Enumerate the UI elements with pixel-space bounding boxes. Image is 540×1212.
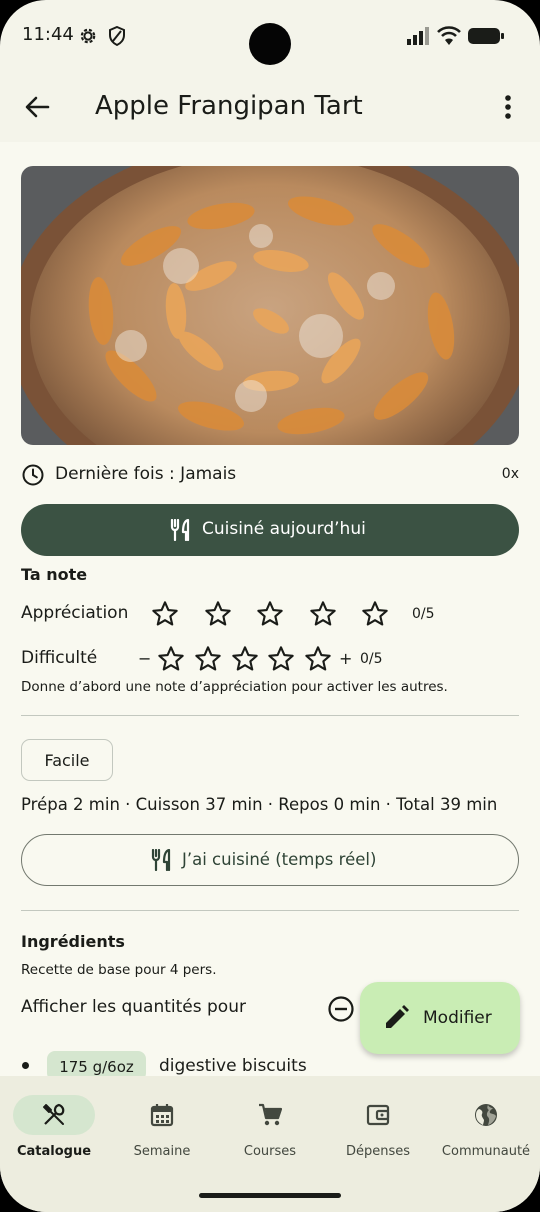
appreciation-star-icon[interactable] (204, 600, 232, 628)
utensils-icon (170, 519, 190, 541)
utensils-crossed-icon (43, 1103, 65, 1125)
divider (21, 910, 519, 911)
realtime-cook-button[interactable]: J’ai cuisiné (temps réel) (21, 834, 519, 886)
cooked-today-button[interactable]: Cuisiné aujourd’hui (21, 504, 519, 556)
calendar-icon (150, 1104, 174, 1127)
appreciation-star-icon[interactable] (151, 600, 179, 628)
edit-fab-label: Modifier (423, 1008, 492, 1028)
divider (21, 715, 519, 716)
portion-label: Afficher les quantités pour (21, 997, 246, 1017)
appreciation-star-icon[interactable] (361, 600, 389, 628)
nav-communaute-label: Communauté (441, 1144, 531, 1159)
wallet-icon (366, 1104, 390, 1126)
nav-semaine-label: Semaine (133, 1144, 191, 1159)
nav-semaine[interactable]: Semaine (108, 1076, 216, 1176)
nav-depenses-label: Dépenses (345, 1144, 411, 1159)
ingredient-quantity-label: 175 g/6oz (59, 1058, 134, 1076)
shield-icon (109, 26, 125, 46)
ingredient-bullet (22, 1062, 29, 1069)
battery-icon (468, 28, 504, 44)
difficulty-decrease-button[interactable]: − (138, 649, 151, 668)
recipe-content[interactable]: Dernière fois : Jamais 0x Cuisiné aujour… (0, 142, 540, 1076)
nav-courses-label: Courses (243, 1144, 297, 1159)
difficulty-increase-button[interactable]: + (339, 649, 352, 668)
front-camera (249, 23, 291, 65)
difficulty-chip: Facile (21, 739, 113, 781)
nav-catalogue-label: Catalogue (16, 1144, 92, 1159)
difficulty-label: Difficulté (21, 648, 98, 668)
decrease-portion-icon[interactable] (327, 995, 355, 1023)
appreciation-label: Appréciation (21, 603, 129, 623)
bottom-navigation: Catalogue Semaine Courses Dépenses Commu… (0, 1076, 540, 1212)
globe-icon (475, 1104, 497, 1126)
nav-depenses[interactable]: Dépenses (324, 1076, 432, 1176)
ingredient-quantity: 175 g/6oz (47, 1051, 146, 1076)
home-indicator[interactable] (199, 1193, 341, 1198)
rating-hint: Donne d’abord une note d’appréciation po… (21, 679, 448, 695)
edit-fab[interactable]: Modifier (360, 982, 520, 1054)
recipe-photo (21, 166, 519, 445)
nav-communaute[interactable]: Communauté (432, 1076, 540, 1176)
difficulty-chip-label: Facile (44, 751, 90, 770)
app-bar: Apple Frangipan Tart (0, 74, 540, 142)
screen: 11:44 Apple Frangipan Tart Dernière fois… (0, 0, 540, 1212)
back-arrow-icon[interactable] (22, 92, 52, 122)
status-time: 11:44 (22, 24, 74, 45)
more-vert-icon[interactable] (496, 92, 520, 122)
difficulty-star-icon[interactable] (194, 645, 222, 673)
cooked-count: 0x (501, 466, 519, 482)
ingredients-title: Ingrédients (21, 932, 125, 951)
page-title: Apple Frangipan Tart (95, 91, 363, 121)
base-recipe-servings: Recette de base pour 4 pers. (21, 962, 217, 978)
nav-courses[interactable]: Courses (216, 1076, 324, 1176)
difficulty-score: 0/5 (360, 651, 383, 667)
wifi-icon (437, 26, 461, 45)
clock-icon (22, 464, 44, 486)
utensils-icon (151, 849, 171, 871)
appreciation-star-icon[interactable] (256, 600, 284, 628)
settings-icon (80, 28, 96, 44)
nav-catalogue[interactable]: Catalogue (0, 1076, 108, 1176)
appreciation-star-icon[interactable] (309, 600, 337, 628)
difficulty-star-icon[interactable] (157, 645, 185, 673)
signal-icon (407, 27, 429, 45)
ingredient-name: digestive biscuits (159, 1056, 307, 1076)
difficulty-star-icon[interactable] (267, 645, 295, 673)
difficulty-star-icon[interactable] (231, 645, 259, 673)
rating-section-title: Ta note (21, 565, 88, 584)
last-cooked-row: Dernière fois : Jamais 0x (21, 462, 519, 488)
appreciation-score: 0/5 (412, 606, 435, 622)
status-bar: 11:44 (0, 0, 540, 70)
times-summary: Prépa 2 min · Cuisson 37 min · Repos 0 m… (21, 795, 498, 814)
cooked-today-label: Cuisiné aujourd’hui (202, 519, 366, 539)
realtime-cook-label: J’ai cuisiné (temps réel) (182, 850, 377, 869)
last-cooked-label: Dernière fois : Jamais (55, 464, 237, 484)
cart-icon (259, 1103, 282, 1126)
difficulty-star-icon[interactable] (304, 645, 332, 673)
pencil-icon (386, 1005, 409, 1028)
